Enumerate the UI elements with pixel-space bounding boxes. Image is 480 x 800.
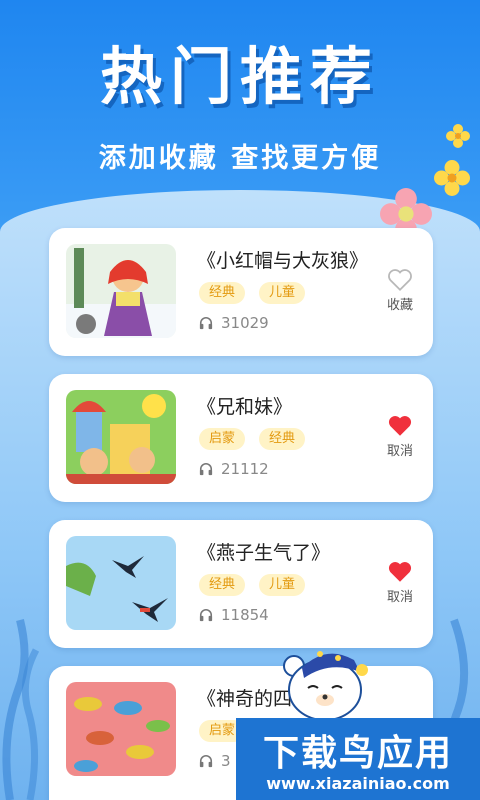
play-count: 3 xyxy=(199,752,231,770)
story-thumbnail xyxy=(66,536,176,630)
tag-label[interactable]: 儿童 xyxy=(259,282,306,304)
watermark-banner: 下载鸟应用 www.xiazainiao.com xyxy=(236,718,480,800)
page-subheadline: 添加收藏 查找更方便 xyxy=(98,143,382,174)
tag-label[interactable]: 经典 xyxy=(199,282,246,304)
watermark-url: www.xiazainiao.com xyxy=(266,774,450,793)
bear-mascot-icon xyxy=(283,651,368,721)
favorite-label: 取消 xyxy=(386,590,413,605)
tag-label[interactable]: 儿童 xyxy=(259,574,306,596)
play-count-value: 11854 xyxy=(221,606,269,624)
tag-label[interactable]: 启蒙 xyxy=(199,428,246,450)
story-title[interactable]: 《兄和妹》 xyxy=(197,392,292,419)
headphones-icon xyxy=(199,317,213,330)
story-thumbnail xyxy=(66,390,176,484)
favorite-label: 取消 xyxy=(386,444,413,459)
story-title[interactable]: 《神奇的四 xyxy=(197,684,292,711)
story-card[interactable]: 《兄和妹》 启蒙 经典 21112 取消 xyxy=(49,374,433,502)
heart-filled-icon xyxy=(388,416,412,436)
favorite-button[interactable]: 取消 xyxy=(379,560,421,605)
story-card[interactable]: 《燕子生气了》 经典 儿童 11854 取消 xyxy=(49,520,433,648)
page-headline: 热门推荐 xyxy=(99,40,380,113)
flower-yellow-icon xyxy=(434,160,470,196)
headphones-icon xyxy=(199,755,213,768)
heart-filled-icon xyxy=(388,562,412,582)
play-count: 11854 xyxy=(199,606,269,624)
favorite-button[interactable]: 收藏 xyxy=(379,268,421,313)
watermark-name: 下载鸟应用 xyxy=(262,733,453,774)
flower-small-icon xyxy=(446,124,470,148)
play-count: 31029 xyxy=(199,314,269,332)
tag-label[interactable]: 经典 xyxy=(259,428,306,450)
favorite-button[interactable]: 取消 xyxy=(379,414,421,459)
story-title[interactable]: 《小红帽与大灰狼》 xyxy=(197,246,368,273)
play-count: 21112 xyxy=(199,460,269,478)
play-count-value: 3 xyxy=(221,752,231,770)
heart-outline-icon xyxy=(388,269,412,291)
headphones-icon xyxy=(199,463,213,476)
story-thumbnail xyxy=(66,244,176,338)
headphones-icon xyxy=(199,609,213,622)
play-count-value: 21112 xyxy=(221,460,269,478)
story-thumbnail xyxy=(66,682,176,776)
favorite-label: 收藏 xyxy=(386,298,413,313)
story-title[interactable]: 《燕子生气了》 xyxy=(197,538,330,565)
play-count-value: 31029 xyxy=(221,314,269,332)
story-card[interactable]: 《小红帽与大灰狼》 经典 儿童 31029 收藏 xyxy=(49,228,433,356)
tag-label[interactable]: 经典 xyxy=(199,574,246,596)
